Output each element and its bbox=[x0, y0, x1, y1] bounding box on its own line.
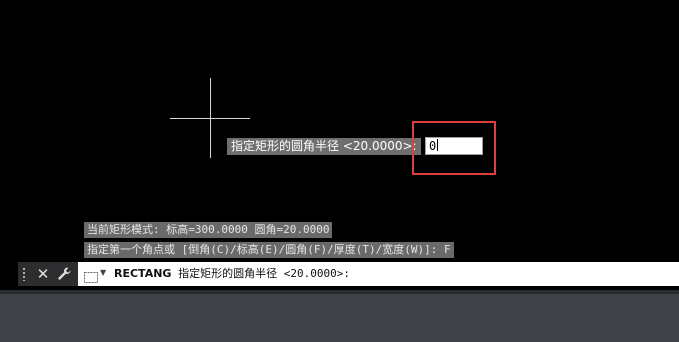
dynamic-input-value: 0 bbox=[429, 139, 437, 153]
drawing-canvas[interactable]: 指定矩形的圆角半径 <20.0000>: 0 当前矩形模式: 标高=300.00… bbox=[0, 0, 679, 258]
command-line-toolbar: ✕ bbox=[18, 262, 78, 286]
command-name: RECTANG bbox=[114, 267, 172, 280]
status-bar-divider bbox=[0, 290, 679, 294]
chevron-down-icon[interactable]: ▼ bbox=[100, 267, 106, 279]
command-line-icon[interactable] bbox=[84, 268, 98, 283]
command-line-bar: ✕ ▼ RECTANG 指定矩形的圆角半径 <20.0000>: bbox=[18, 262, 679, 286]
command-line-input[interactable]: RECTANG 指定矩形的圆角半径 <20.0000>: bbox=[114, 262, 350, 286]
dynamic-input-field[interactable]: 0 bbox=[425, 137, 483, 155]
status-bar bbox=[0, 290, 679, 342]
dynamic-input-prompt: 指定矩形的圆角半径 <20.0000>: bbox=[227, 138, 421, 155]
wrench-icon[interactable] bbox=[55, 265, 73, 283]
drag-grip-handle[interactable] bbox=[22, 267, 26, 281]
text-caret bbox=[437, 139, 439, 151]
close-icon[interactable]: ✕ bbox=[34, 264, 52, 284]
command-prompt: 指定矩形的圆角半径 <20.0000>: bbox=[178, 267, 350, 280]
command-history-line: 指定第一个角点或 [倒角(C)/标高(E)/圆角(F)/厚度(T)/宽度(W)]… bbox=[84, 242, 454, 258]
crosshair-vertical bbox=[210, 78, 211, 158]
command-history-line: 当前矩形模式: 标高=300.0000 圆角=20.0000 bbox=[84, 222, 333, 238]
